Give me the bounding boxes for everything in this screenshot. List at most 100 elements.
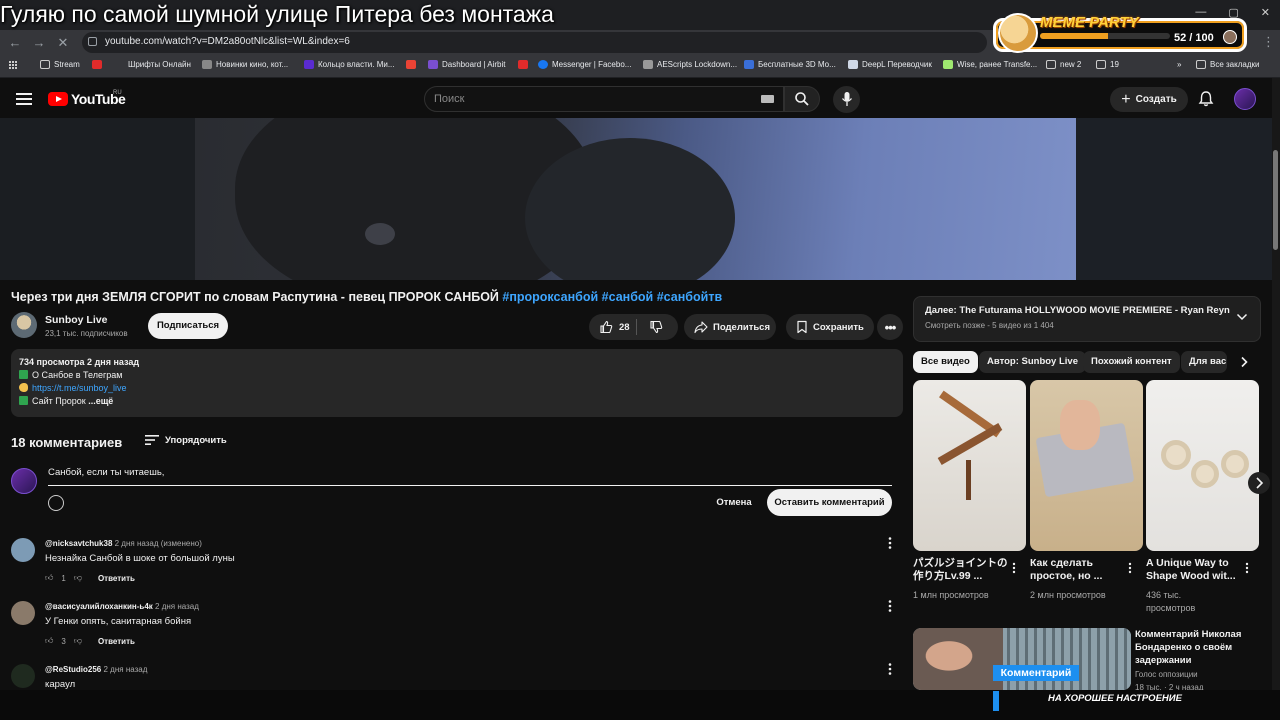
youtube-play-icon — [48, 92, 68, 106]
short-thumbnail[interactable] — [1030, 380, 1143, 551]
recommended-channel[interactable]: Голос оппозиции — [1135, 670, 1198, 679]
submit-comment-button[interactable]: Оставить комментарий — [767, 489, 892, 516]
short-thumbnail[interactable] — [913, 380, 1026, 551]
sort-icon[interactable] — [145, 434, 159, 446]
all-bookmarks[interactable]: Все закладки — [1196, 60, 1259, 69]
comment-input[interactable]: Санбой, если ты читаешь, — [48, 467, 892, 486]
comment-menu-icon[interactable] — [885, 599, 895, 613]
folder-icon — [1046, 60, 1056, 69]
chip-for-you[interactable]: Для вас — [1181, 351, 1227, 373]
checkmark-icon — [19, 396, 28, 405]
channel-name[interactable]: Sunboy Live — [45, 314, 107, 326]
chevron-right-icon[interactable] — [1238, 356, 1250, 368]
bookmark-item[interactable]: Бесплатные 3D Мо... — [744, 60, 836, 69]
subscribe-button[interactable]: Подписаться — [148, 313, 228, 339]
sort-button[interactable]: Упорядочить — [165, 435, 227, 446]
site-icon — [202, 60, 212, 69]
commenter-avatar[interactable] — [11, 601, 35, 625]
bookmarks-bar — [0, 55, 1280, 78]
browser-menu-icon[interactable]: ⋮ — [1262, 35, 1275, 48]
meme-score: 52 / 100 — [1174, 32, 1214, 44]
video-player[interactable] — [0, 118, 1272, 280]
bookmark-item[interactable]: Messenger | Facebo... — [518, 60, 631, 69]
search-input[interactable] — [424, 86, 784, 112]
comment-menu-icon[interactable] — [885, 536, 895, 550]
commenter-avatar[interactable] — [11, 538, 35, 562]
scrollbar-thumb[interactable] — [1273, 150, 1278, 250]
like-button[interactable]: 28 — [589, 320, 630, 334]
comment-author[interactable]: @ReStudio256 2 дня назад — [45, 665, 147, 674]
short-menu-icon[interactable] — [1244, 562, 1250, 574]
meme-progress-bar — [1040, 33, 1170, 39]
playlist-next-panel[interactable] — [913, 296, 1261, 342]
save-button[interactable]: Сохранить — [786, 314, 874, 340]
thumbs-up-icon[interactable]: 👍︎ — [45, 573, 53, 583]
youtube-icon — [518, 60, 528, 69]
view-count-date: 734 просмотра 2 дня назад — [19, 357, 140, 367]
short-title[interactable]: Как сделать простое, но ... — [1030, 557, 1128, 583]
bookmark-item[interactable]: Шрифты Онлайн — [92, 60, 191, 69]
thumbs-up-icon[interactable]: 👍︎ — [45, 636, 53, 646]
recommended-title[interactable]: Комментарий Николая Бондаренко о своём з… — [1135, 628, 1265, 667]
bookmark-item[interactable]: Dashboard | Airbit — [406, 60, 505, 69]
bookmark-item[interactable]: Wise, ранее Transfe... — [943, 60, 1037, 69]
bookmark-item[interactable]: AEScripts Lockdown... — [643, 60, 737, 69]
back-icon[interactable]: ← — [6, 34, 24, 52]
apps-grid-icon[interactable] — [9, 61, 18, 70]
chip-all-videos[interactable]: Все видео — [913, 351, 978, 373]
create-button[interactable]: + Создать — [1110, 87, 1188, 112]
bookmark-item[interactable]: Новинки кино, кот... — [202, 60, 288, 69]
comment-menu-icon[interactable] — [885, 662, 895, 676]
chip-related[interactable]: Похожий контент — [1083, 351, 1180, 373]
chevron-down-icon[interactable] — [1236, 312, 1248, 322]
chip-author[interactable]: Автор: Sunboy Live — [979, 351, 1086, 373]
dislike-button[interactable] — [643, 320, 663, 334]
reply-button[interactable]: Ответить — [98, 637, 135, 646]
stop-loading-icon[interactable]: ✕ — [54, 34, 72, 52]
close-icon[interactable]: ✕ — [1261, 6, 1270, 19]
pointing-hand-icon — [19, 383, 28, 392]
bookmark-item[interactable]: Stream — [40, 60, 80, 69]
bookmark-icon — [797, 320, 807, 334]
emoji-icon[interactable] — [48, 495, 64, 511]
comment-author[interactable]: @васисуалийлоханкин-ь4к 2 дня назад — [45, 602, 199, 611]
thumbs-down-icon[interactable]: 👎︎ — [74, 573, 82, 583]
site-icon — [848, 60, 858, 69]
channel-avatar[interactable] — [11, 312, 37, 338]
notifications-bell-icon[interactable] — [1197, 90, 1215, 108]
telegram-link[interactable]: https://t.me/sunboy_live — [32, 383, 127, 393]
hamburger-menu-icon[interactable] — [14, 90, 34, 108]
voice-search-button[interactable] — [833, 86, 860, 113]
search-button[interactable] — [784, 86, 820, 112]
hashtag-links[interactable]: #пророксанбой #санбой #санбойтв — [502, 290, 722, 304]
keyboard-icon[interactable] — [761, 95, 774, 103]
comment-actions: 👍︎ 1 👎︎ Ответить — [45, 573, 135, 583]
bookmark-item[interactable]: DeepL Переводчик — [848, 60, 932, 69]
share-button[interactable]: Поделиться — [684, 314, 776, 340]
show-more-link[interactable]: ...ещё — [88, 396, 113, 406]
short-title[interactable]: パズルジョイントの作り方Lv.99 ... — [913, 557, 1011, 583]
short-title[interactable]: A Unique Way to Shape Wood wit... — [1146, 557, 1244, 583]
bookmark-item[interactable]: new 2 — [1046, 60, 1081, 69]
bookmark-item[interactable]: 19 — [1096, 60, 1119, 69]
shorts-next-button[interactable] — [1248, 472, 1270, 494]
profile-avatar[interactable] — [1234, 88, 1256, 110]
thumbs-down-icon[interactable]: 👎︎ — [74, 636, 82, 646]
short-thumbnail[interactable] — [1146, 380, 1259, 551]
bookmarks-overflow[interactable]: » — [1177, 60, 1181, 69]
short-menu-icon[interactable] — [1011, 562, 1017, 574]
short-menu-icon[interactable] — [1127, 562, 1133, 574]
doge-icon — [998, 13, 1038, 53]
more-actions-button[interactable]: ••• — [877, 314, 903, 340]
reply-button[interactable]: Ответить — [98, 574, 135, 583]
site-info-icon[interactable] — [88, 37, 97, 46]
bookmark-item[interactable]: Кольцо власти. Ми... — [304, 60, 395, 69]
meme-progress-fill — [1040, 33, 1108, 39]
cancel-button[interactable]: Отмена — [710, 490, 758, 516]
video-frame[interactable] — [195, 118, 1076, 280]
forward-icon[interactable]: → — [30, 34, 48, 52]
commenter-avatar[interactable] — [11, 664, 35, 688]
comment-author[interactable]: @nicksavtchuk38 2 дня назад (изменено) — [45, 539, 202, 548]
description-box[interactable] — [11, 349, 903, 417]
comments-count: 18 комментариев — [11, 435, 123, 450]
